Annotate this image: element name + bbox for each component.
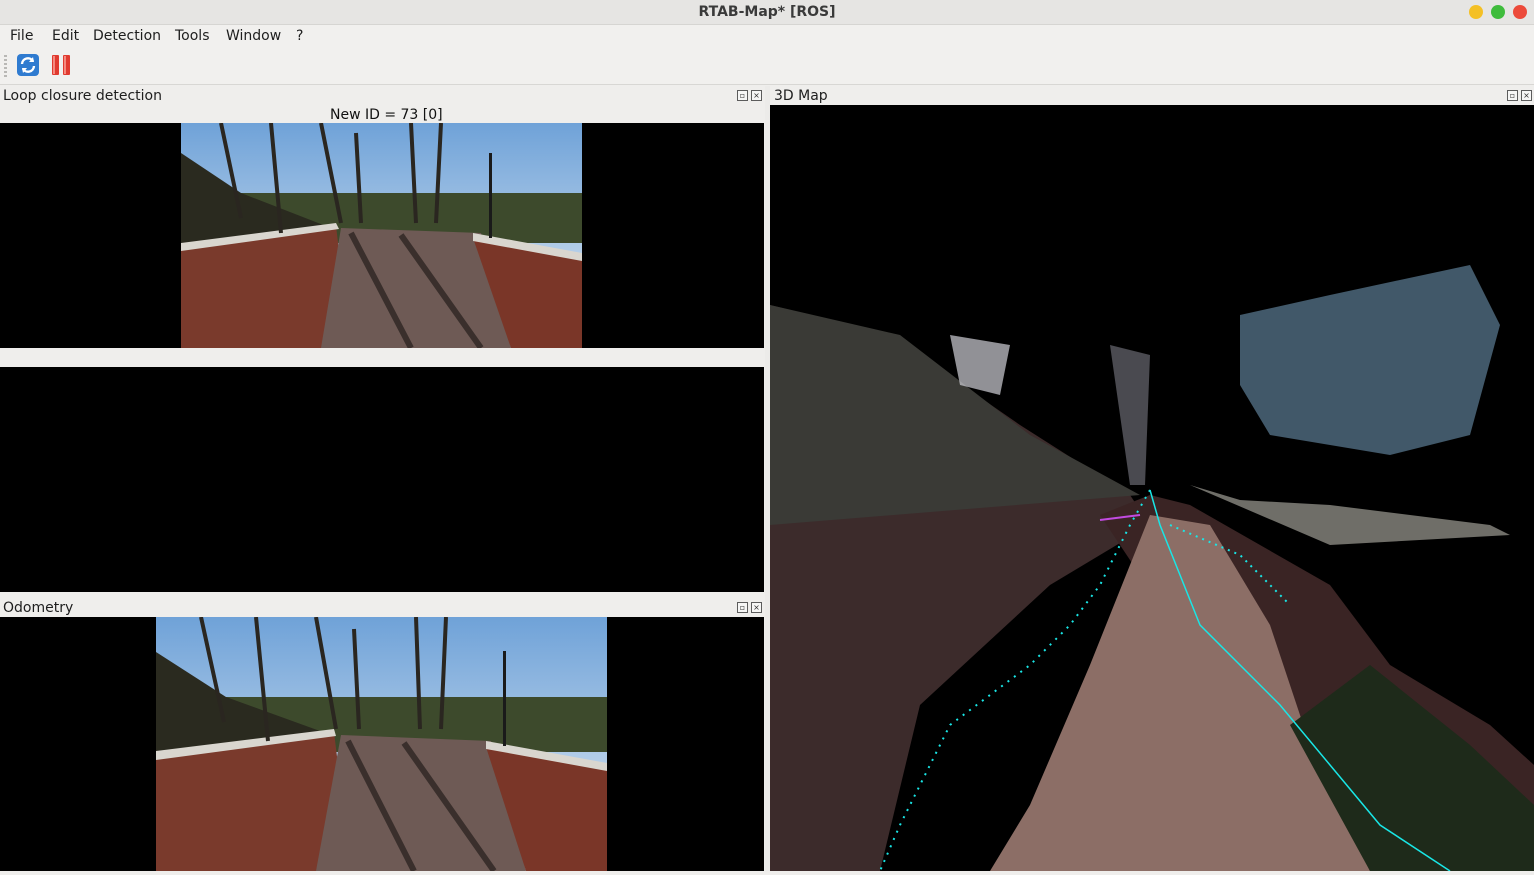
menu-help[interactable]: ? (296, 28, 303, 44)
new-image (181, 123, 582, 348)
pause-icon (52, 55, 70, 75)
menu-window[interactable]: Window (226, 28, 281, 44)
menu-bar: File Edit Detection Tools Window ? (0, 25, 1534, 47)
loop-closure-match-view (0, 367, 764, 592)
menu-detection[interactable]: Detection (93, 28, 161, 44)
refresh-icon (17, 54, 39, 76)
close-icon[interactable]: × (1521, 90, 1532, 101)
pause-button[interactable] (49, 53, 73, 77)
menu-file[interactable]: File (10, 28, 33, 44)
minimize-button[interactable] (1469, 5, 1483, 19)
map3d-title: 3D Map (774, 88, 828, 104)
menu-tools[interactable]: Tools (175, 28, 210, 44)
odometry-title: Odometry (3, 600, 74, 616)
maximize-button[interactable] (1491, 5, 1505, 19)
window-title: RTAB-Map* [ROS] (698, 4, 836, 20)
close-button[interactable] (1513, 5, 1527, 19)
float-icon[interactable]: ▫ (737, 90, 748, 101)
point-cloud (770, 265, 1534, 872)
refresh-button[interactable] (16, 53, 40, 77)
menu-edit[interactable]: Edit (52, 28, 79, 44)
map3d-view[interactable] (770, 105, 1534, 872)
close-icon[interactable]: × (751, 90, 762, 101)
toolbar-grip[interactable] (4, 55, 7, 77)
new-id-label: New ID = 73 [0] (330, 107, 443, 123)
odometry-image (156, 617, 607, 871)
loop-closure-title: Loop closure detection (3, 88, 162, 104)
window-titlebar: RTAB-Map* [ROS] (0, 0, 1534, 25)
toolbar (0, 47, 1534, 85)
close-icon[interactable]: × (751, 602, 762, 613)
float-icon[interactable]: ▫ (1507, 90, 1518, 101)
float-icon[interactable]: ▫ (737, 602, 748, 613)
